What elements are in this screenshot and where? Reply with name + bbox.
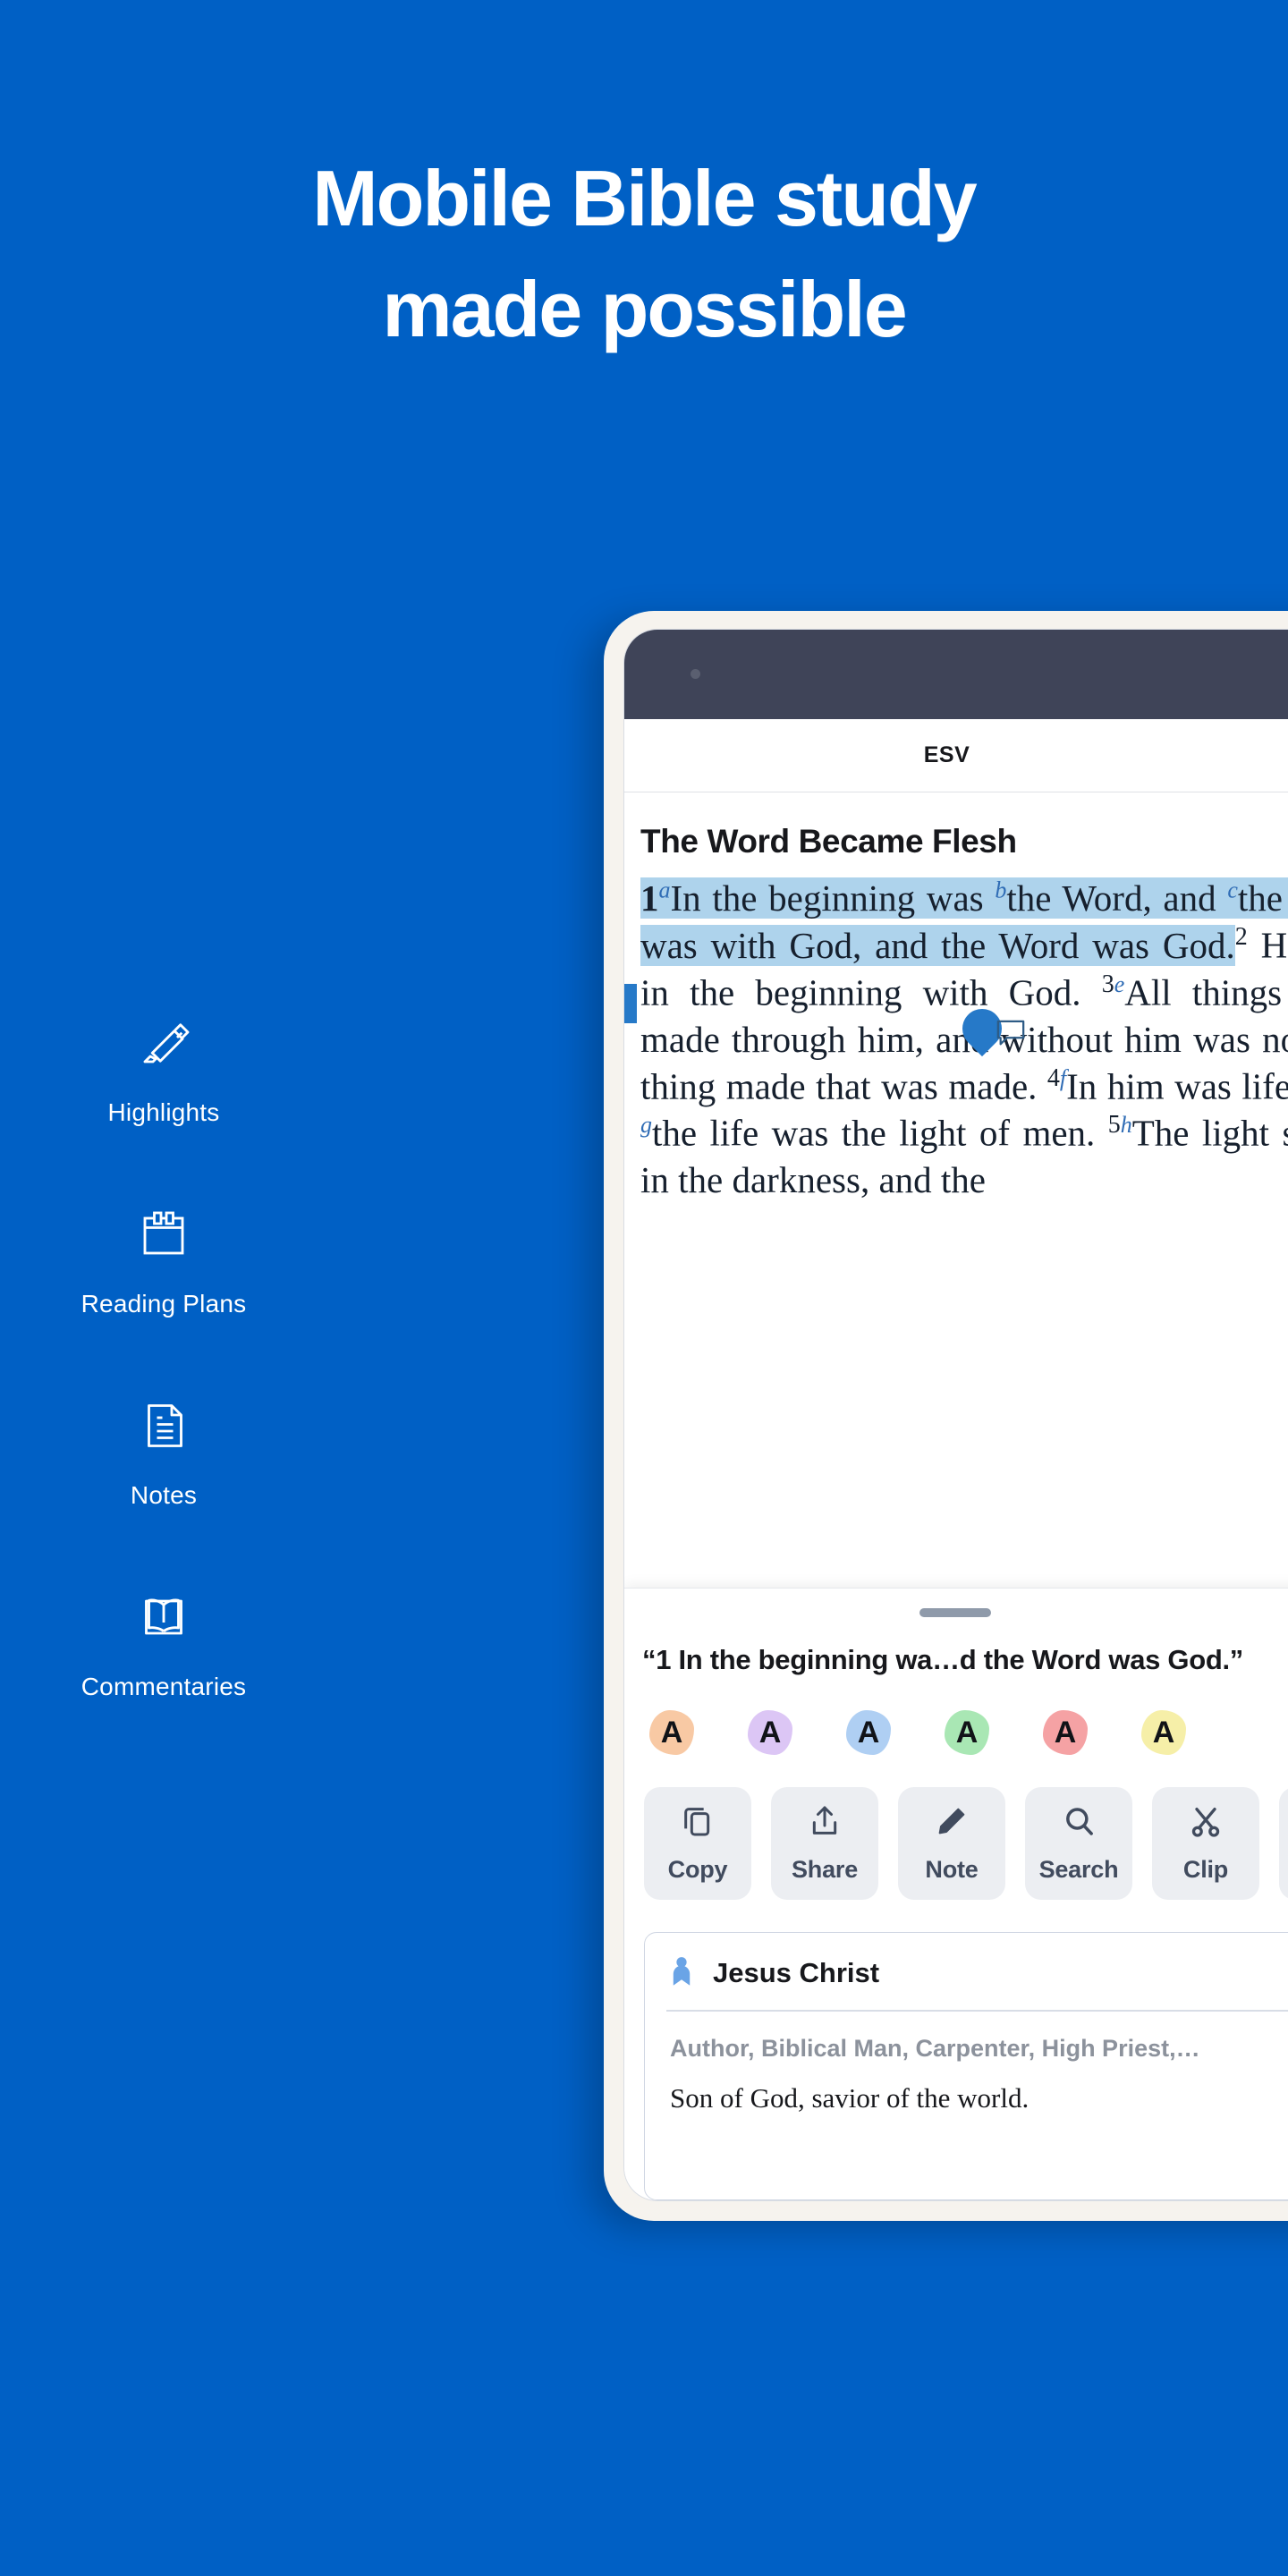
open-book-icon — [131, 1585, 196, 1649]
calendar-icon — [131, 1202, 196, 1267]
rail-item-commentaries[interactable]: Commentaries — [0, 1585, 327, 1701]
rail-label-notes: Notes — [130, 1481, 198, 1509]
action-button-row: Copy Share Note Search Clip — [624, 1758, 1288, 1900]
verse-4-text-a: In him was life, — [1066, 1065, 1288, 1107]
verse-number-1: 1 — [640, 877, 659, 919]
phone-mockup: ESV The Word Became Flesh 1aIn the begin… — [604, 611, 1288, 2221]
verse-1-text-b: the Word, — [1006, 877, 1152, 919]
app-bar: ESV — [624, 719, 1288, 792]
entity-description: Son of God, savior of the world. — [670, 2082, 1030, 2114]
copy-label: Copy — [667, 1856, 728, 1883]
verse-number-5: 5 — [1107, 1111, 1121, 1140]
feature-rail: Highlights Reading Plans Notes Commentar… — [0, 1011, 327, 1776]
verse-1-text-a: In the beginning was — [670, 877, 996, 919]
verse-number-2: 2 — [1234, 923, 1248, 952]
verse-number-4: 4 — [1046, 1063, 1060, 1092]
crossref-a[interactable]: a — [659, 877, 671, 902]
search-icon — [1061, 1803, 1097, 1843]
document-icon — [131, 1394, 196, 1458]
swatch-purple[interactable]: A — [744, 1707, 796, 1758]
scissors-icon — [1188, 1803, 1224, 1843]
headline-line-1: Mobile Bible study — [312, 154, 977, 242]
crossref-h[interactable]: h — [1121, 1112, 1132, 1138]
headline-line-2: made possible — [382, 265, 907, 353]
search-label: Search — [1038, 1856, 1119, 1883]
entity-card[interactable]: Jesus Christ Author, Biblical Man, Carpe… — [644, 1932, 1288, 2200]
verse-text[interactable]: 1aIn the beginning was bthe Word, and c t… — [624, 875, 1288, 1203]
bible-version-label[interactable]: ESV — [924, 742, 970, 768]
verse-4-text-c: the life was the light of men. — [652, 1112, 1108, 1154]
rail-item-reading-plans[interactable]: Reading Plans — [0, 1202, 327, 1318]
visual-button[interactable]: Visual — [1279, 1787, 1288, 1900]
rail-label-commentaries: Commentaries — [80, 1673, 247, 1700]
verse-1-text-c: and — [1163, 877, 1228, 919]
crossref-g[interactable]: g — [640, 1112, 652, 1138]
sheet-grabber-handle[interactable] — [919, 1608, 991, 1617]
rail-label-highlights: Highlights — [107, 1098, 220, 1126]
status-bar — [624, 630, 1288, 719]
swatch-red[interactable]: A — [1039, 1707, 1091, 1758]
swatch-green[interactable]: A — [941, 1707, 993, 1758]
search-button[interactable]: Search — [1025, 1787, 1132, 1900]
scripture-pane: The Word Became Flesh 1aIn the beginning… — [624, 792, 1288, 1203]
front-camera-dot — [691, 669, 700, 679]
note-label: Note — [925, 1856, 979, 1883]
swatch-orange[interactable]: A — [646, 1707, 698, 1758]
selected-verse-quote: “1 In the beginning wa…d the Word was Go… — [642, 1644, 1243, 1675]
entity-card-header: Jesus Christ — [670, 1956, 1288, 2010]
share-button[interactable]: Share — [771, 1787, 878, 1900]
swatch-blue[interactable]: A — [843, 1707, 894, 1758]
note-button[interactable]: Note — [898, 1787, 1005, 1900]
highlighter-icon — [131, 1011, 196, 1075]
note-bubble-icon[interactable] — [996, 1011, 1026, 1046]
crossref-b[interactable]: b — [995, 877, 1006, 902]
copy-icon — [680, 1803, 716, 1843]
crossref-e[interactable]: e — [1114, 971, 1125, 997]
share-icon — [807, 1803, 843, 1843]
page-headline: Mobile Bible study made possible — [0, 159, 1288, 349]
share-label: Share — [791, 1856, 859, 1883]
crossref-c[interactable]: c — [1227, 877, 1238, 902]
rail-item-notes[interactable]: Notes — [0, 1394, 327, 1510]
selection-action-sheet: “1 In the beginning wa…d the Word was Go… — [624, 1588, 1288, 2200]
rail-label-reading-plans: Reading Plans — [80, 1290, 247, 1318]
verse-number-3: 3 — [1101, 970, 1114, 998]
phone-screen: ESV The Word Became Flesh 1aIn the begin… — [623, 629, 1288, 2201]
clip-button[interactable]: Clip — [1152, 1787, 1259, 1900]
copy-button[interactable]: Copy — [644, 1787, 751, 1900]
entity-title: Jesus Christ — [713, 1957, 880, 1988]
selection-handle-start[interactable] — [624, 984, 637, 1023]
person-icon — [670, 1956, 693, 1990]
entity-tags: Author, Biblical Man, Carpenter, High Pr… — [670, 2035, 1200, 2062]
swatch-yellow[interactable]: A — [1138, 1707, 1190, 1758]
clip-label: Clip — [1182, 1856, 1229, 1883]
highlight-color-swatches: A A A A A A — [624, 1676, 1288, 1758]
section-heading: The Word Became Flesh — [640, 823, 1017, 860]
rail-item-highlights[interactable]: Highlights — [0, 1011, 327, 1127]
pencil-icon — [934, 1803, 970, 1843]
